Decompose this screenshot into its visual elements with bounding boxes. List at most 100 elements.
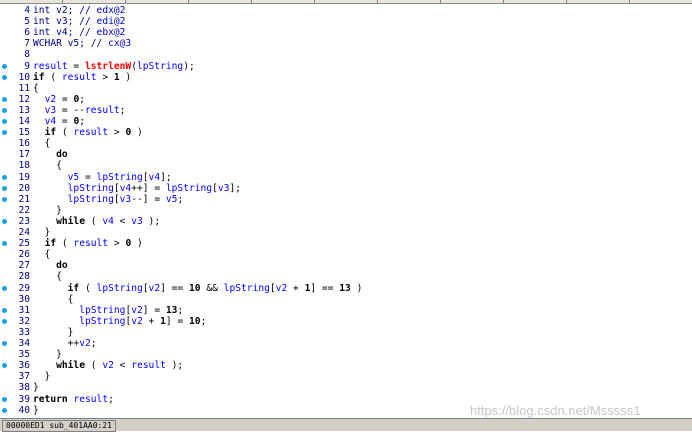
code-token: --] = <box>131 193 166 205</box>
code-line[interactable]: 4 int v2; // edx@2 <box>0 5 692 16</box>
code-token: result <box>73 127 109 139</box>
code-text: } <box>33 405 39 416</box>
code-token: result <box>33 60 68 72</box>
code-token: = <box>67 60 85 72</box>
code-line[interactable]: 28 { <box>0 271 692 282</box>
code-token: = <box>56 93 74 105</box>
code-token: = <box>79 171 97 183</box>
code-line[interactable]: 8 <box>0 49 692 60</box>
code-line[interactable]: 29 if ( lpString[v2] == 10 && lpString[v… <box>0 283 692 294</box>
code-line[interactable]: 14 v4 = 0; <box>0 116 692 127</box>
code-token: ); <box>183 60 195 72</box>
breakpoint-dot-icon[interactable] <box>2 107 7 113</box>
code-line[interactable]: 27 do <box>0 260 692 271</box>
toolbar-segment[interactable] <box>126 0 189 3</box>
code-token: WCHAR v5; // <box>33 38 109 50</box>
code-token: v4 <box>148 171 161 183</box>
code-text: { <box>33 271 62 282</box>
breakpoint-dot-icon[interactable] <box>2 363 7 369</box>
code-line[interactable]: 15 if ( result > 0 ) <box>0 127 692 138</box>
code-token: if <box>67 282 80 294</box>
code-token: ); <box>165 360 184 372</box>
toolbar-segment[interactable] <box>630 0 692 3</box>
code-line[interactable]: 13 v3 = --result; <box>0 105 692 116</box>
code-line[interactable]: 26 { <box>0 249 692 260</box>
code-line[interactable]: 12 v2 = 0; <box>0 94 692 105</box>
code-line[interactable]: 22 } <box>0 205 692 216</box>
code-token: && <box>200 282 224 294</box>
code-token: ; <box>177 304 184 316</box>
code-line[interactable]: 31 lpString[v2] = 13; <box>0 305 692 316</box>
toolbar-segment[interactable] <box>63 0 126 3</box>
code-line[interactable]: 38} <box>0 382 692 393</box>
breakpoint-dot-icon[interactable] <box>2 119 7 124</box>
code-line[interactable]: 23 while ( v4 < v3 ); <box>0 216 692 227</box>
code-token: ] = <box>142 304 166 316</box>
code-token: v2 <box>131 315 143 327</box>
code-line[interactable]: 21 lpString[v3--] = v5; <box>0 194 692 205</box>
code-line[interactable]: 19 v5 = lpString[v4]; <box>0 172 692 183</box>
code-token: ++ <box>33 338 80 349</box>
toolbar-segment[interactable] <box>315 0 378 3</box>
toolbar-segment[interactable] <box>189 0 252 3</box>
breakpoint-dot-icon[interactable] <box>2 130 7 136</box>
breakpoint-dot-icon[interactable] <box>2 63 7 69</box>
breakpoint-dot-icon[interactable] <box>2 396 7 402</box>
code-text: } <box>33 205 62 216</box>
code-line[interactable]: 35 } <box>0 349 692 360</box>
code-line[interactable]: 20 lpString[v4++] = lpString[v3]; <box>0 183 692 194</box>
breakpoint-dot-icon[interactable] <box>2 285 7 291</box>
pseudocode-view[interactable]: 4 int v2; // edx@2 5 int v3; // edi@2 6 int v… <box>0 4 692 418</box>
code-token: > <box>108 238 126 250</box>
code-line[interactable]: 32 lpString[v2 + 1] = 10; <box>0 316 692 327</box>
code-token: { <box>33 160 62 172</box>
code-line[interactable]: 10 if ( result > 1 ) <box>0 72 692 83</box>
toolbar-segment[interactable] <box>378 0 441 3</box>
code-line[interactable]: 37 } <box>0 371 692 382</box>
code-text: lpString[v2 + 1] = 10; <box>33 316 206 327</box>
code-line[interactable]: 30 { <box>0 294 692 305</box>
code-line[interactable]: 17 do <box>0 149 692 160</box>
line-number: 20 <box>18 182 30 194</box>
breakpoint-dot-icon[interactable] <box>2 218 7 224</box>
toolbar-segment[interactable] <box>252 0 315 3</box>
breakpoint-dot-icon[interactable] <box>2 174 7 180</box>
code-text: while ( v4 < v3 ); <box>33 216 160 227</box>
breakpoint-dot-icon[interactable] <box>2 241 7 247</box>
code-token: return <box>33 393 68 405</box>
code-line[interactable]: 25 if ( result > 0 ) <box>0 238 692 249</box>
code-line[interactable]: 33 } <box>0 327 692 338</box>
code-token: } <box>33 227 51 238</box>
code-line[interactable]: 7 WCHAR v5; // cx@3 <box>0 38 692 49</box>
toolbar-segment[interactable] <box>0 0 63 3</box>
toolbar-segment[interactable] <box>441 0 504 3</box>
toolbar-segment[interactable] <box>504 0 567 3</box>
code-line[interactable]: 16 { <box>0 138 692 149</box>
breakpoint-dot-icon[interactable] <box>2 307 7 313</box>
code-line[interactable]: 11{ <box>0 83 692 94</box>
code-token: v4 <box>44 116 57 127</box>
toolbar-segment[interactable] <box>567 0 630 3</box>
code-line[interactable]: 24 } <box>0 227 692 238</box>
code-line[interactable]: 34 ++v2; <box>0 338 692 349</box>
breakpoint-dot-icon[interactable] <box>2 185 7 191</box>
code-line[interactable]: 9 result = lstrlenW(lpString); <box>0 61 692 72</box>
code-token: ) <box>131 238 143 250</box>
code-line[interactable]: 36 while ( v2 < result ); <box>0 360 692 371</box>
code-token: ); <box>142 215 161 227</box>
breakpoint-dot-icon[interactable] <box>2 407 7 413</box>
code-token: = -- <box>56 104 86 116</box>
code-line[interactable]: 18 { <box>0 160 692 171</box>
breakpoint-dot-icon[interactable] <box>2 96 7 102</box>
code-line[interactable]: 5 int v3; // edi@2 <box>0 16 692 27</box>
breakpoint-dot-icon[interactable] <box>2 74 7 80</box>
line-number: 18 <box>18 160 30 172</box>
breakpoint-dot-icon[interactable] <box>2 196 7 202</box>
breakpoint-dot-icon[interactable] <box>2 341 7 346</box>
code-line[interactable]: 6 int v4; // ebx@2 <box>0 27 692 38</box>
line-number: 10 <box>18 71 30 83</box>
code-token: ]; <box>160 171 172 183</box>
breakpoint-dot-icon[interactable] <box>2 318 7 324</box>
